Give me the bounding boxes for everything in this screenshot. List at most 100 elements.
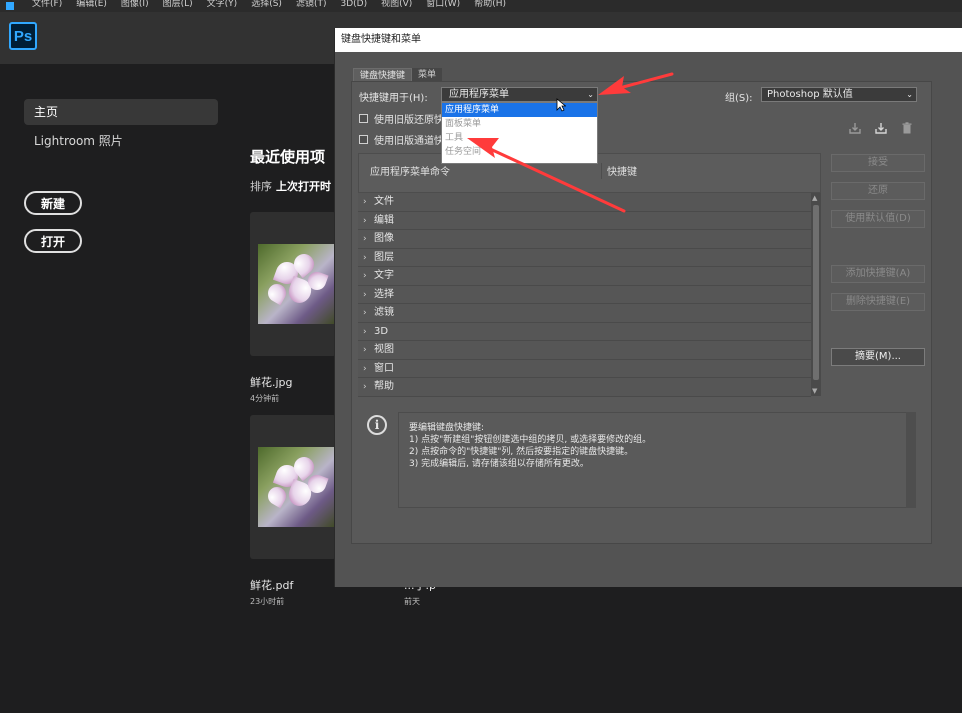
- new-button[interactable]: 新建: [24, 191, 82, 215]
- recent-thumbnail-1[interactable]: [250, 212, 336, 356]
- dropdown-option-taskspaces[interactable]: 任务空间: [442, 145, 597, 159]
- legacy-channel-checkbox[interactable]: [359, 135, 368, 144]
- menu-image[interactable]: 图像(I): [121, 0, 149, 10]
- add-shortcut-button[interactable]: 添加快捷键(A): [831, 265, 925, 283]
- table-row[interactable]: › 窗口: [358, 360, 811, 378]
- row-label: 选择: [374, 288, 394, 300]
- file-time: 23小时前: [250, 597, 285, 606]
- tab-keyboard-shortcuts[interactable]: 键盘快捷键: [353, 68, 413, 82]
- menu-file[interactable]: 文件(F): [32, 0, 62, 10]
- command-list-scrollbar[interactable]: ▲ ▼: [811, 193, 821, 396]
- column-shortcut: 快捷键: [601, 163, 637, 179]
- row-label: 帮助: [374, 381, 394, 392]
- scroll-down-icon[interactable]: ▼: [812, 387, 817, 395]
- table-row[interactable]: › 视图: [358, 341, 811, 360]
- menu-layer[interactable]: 图层(L): [163, 0, 193, 10]
- menu-filter[interactable]: 滤镜(T): [296, 0, 327, 10]
- row-label: 视图: [374, 344, 394, 355]
- photoshop-logo-icon[interactable]: Ps: [9, 22, 37, 50]
- flower-image: [258, 244, 336, 324]
- menu-window[interactable]: 窗口(W): [426, 0, 460, 10]
- menu-select[interactable]: 选择(S): [251, 0, 282, 10]
- recent-thumbnail-2[interactable]: [250, 415, 336, 559]
- command-list: › 文件 › 编辑 › 图像 › 图层 › 文字 › 选择 › 滤镜 › 3D › 视图 › 窗口 …: [358, 193, 811, 397]
- menu-view[interactable]: 视图(V): [381, 0, 412, 10]
- open-button[interactable]: 打开: [24, 229, 82, 253]
- nav-home[interactable]: 主页: [24, 99, 218, 125]
- menu-edit[interactable]: 编辑(E): [76, 0, 107, 10]
- row-label: 窗口: [374, 362, 394, 374]
- group-value: Photoshop 默认值: [767, 89, 853, 100]
- chevron-right-icon[interactable]: ›: [363, 212, 374, 230]
- ps-mini-icon: [6, 2, 14, 10]
- table-row[interactable]: › 文件: [358, 193, 811, 212]
- file-name[interactable]: 鲜花.pdf: [250, 577, 293, 593]
- undo-button[interactable]: 还原: [831, 182, 925, 200]
- summarize-button[interactable]: 摘要(M)...: [831, 348, 925, 366]
- legacy-undo-checkbox[interactable]: [359, 114, 368, 123]
- tab-menus[interactable]: 菜单: [412, 68, 443, 82]
- sort-value[interactable]: 上次打开时: [276, 180, 331, 193]
- scrollbar-thumb[interactable]: [813, 205, 819, 380]
- accept-button[interactable]: 接受: [831, 154, 925, 172]
- info-line: 1) 点按"新建组"按钮创建选中组的拷贝, 或选择要修改的组。: [409, 435, 652, 445]
- dropdown-option-panel-menus[interactable]: 面板菜单: [442, 117, 597, 131]
- info-scrollbar[interactable]: [906, 412, 916, 508]
- shortcuts-for-dropdown: 应用程序菜单 面板菜单 工具 任务空间: [441, 102, 598, 164]
- sort-row: 排序 上次打开时: [250, 178, 331, 194]
- chevron-right-icon[interactable]: ›: [363, 304, 374, 322]
- save-as-icon[interactable]: [874, 121, 888, 135]
- table-row[interactable]: › 文字: [358, 267, 811, 286]
- shortcuts-for-select[interactable]: 应用程序菜单 ⌄: [441, 87, 598, 102]
- row-label: 编辑: [374, 214, 394, 226]
- menu-type[interactable]: 文字(Y): [207, 0, 238, 10]
- row-label: 文字: [374, 270, 394, 281]
- row-label: 滤镜: [374, 307, 394, 318]
- chevron-right-icon[interactable]: ›: [363, 286, 374, 304]
- recent-title: 最近使用项: [250, 148, 326, 166]
- group-select[interactable]: Photoshop 默认值 ⌄: [761, 87, 917, 102]
- dialog-title: 键盘快捷键和菜单: [335, 28, 962, 52]
- column-command: 应用程序菜单命令: [370, 167, 450, 178]
- chevron-right-icon[interactable]: ›: [363, 360, 374, 378]
- file-name[interactable]: 鲜花.jpg: [250, 374, 293, 390]
- save-set-icon[interactable]: [848, 121, 862, 135]
- dropdown-option-tools[interactable]: 工具: [442, 131, 597, 145]
- nav-lightroom-photos[interactable]: Lightroom 照片: [34, 133, 123, 149]
- row-label: 文件: [374, 196, 394, 207]
- scroll-up-icon[interactable]: ▲: [812, 194, 817, 202]
- chevron-right-icon[interactable]: ›: [363, 230, 374, 248]
- menu-3d[interactable]: 3D(D): [340, 0, 367, 10]
- chevron-right-icon[interactable]: ›: [363, 267, 374, 285]
- table-row[interactable]: › 帮助: [358, 378, 811, 397]
- chevron-right-icon[interactable]: ›: [363, 378, 374, 396]
- delete-shortcut-button[interactable]: 删除快捷键(E): [831, 293, 925, 311]
- chevron-down-icon: ⌄: [587, 90, 594, 99]
- shortcuts-for-label: 快捷键用于(H):: [359, 93, 428, 104]
- chevron-right-icon[interactable]: ›: [363, 323, 374, 341]
- table-row[interactable]: › 图像: [358, 230, 811, 249]
- dropdown-option-application-menus[interactable]: 应用程序菜单: [442, 103, 597, 117]
- keyboard-shortcuts-dialog: 键盘快捷键和菜单 键盘快捷键 菜单 快捷键用于(H): 应用程序菜单 ⌄ 组(S…: [334, 28, 962, 587]
- chevron-right-icon[interactable]: ›: [363, 193, 374, 211]
- file-time: 4分钟前: [250, 394, 280, 403]
- table-row[interactable]: › 3D: [358, 323, 811, 341]
- shortcuts-for-value: 应用程序菜单: [449, 89, 509, 100]
- table-row[interactable]: › 滤镜: [358, 304, 811, 323]
- info-line: 要编辑键盘快捷键:: [409, 423, 485, 433]
- use-default-button[interactable]: 使用默认值(D): [831, 210, 925, 228]
- trash-icon[interactable]: [900, 121, 914, 135]
- table-row[interactable]: › 选择: [358, 286, 811, 304]
- row-label: 图像: [374, 233, 394, 244]
- dialog-tabs: 键盘快捷键 菜单: [353, 68, 443, 82]
- menu-help[interactable]: 帮助(H): [474, 0, 506, 10]
- file-time: 前天: [404, 597, 420, 606]
- chevron-right-icon[interactable]: ›: [363, 341, 374, 359]
- sort-label: 排序: [250, 180, 272, 193]
- chevron-right-icon[interactable]: ›: [363, 249, 374, 267]
- chevron-down-icon: ⌄: [906, 90, 913, 99]
- table-row[interactable]: › 图层: [358, 249, 811, 267]
- table-row[interactable]: › 编辑: [358, 212, 811, 230]
- row-label: 图层: [374, 251, 394, 263]
- info-line: 3) 完成编辑后, 请存储该组以存储所有更改。: [409, 459, 589, 469]
